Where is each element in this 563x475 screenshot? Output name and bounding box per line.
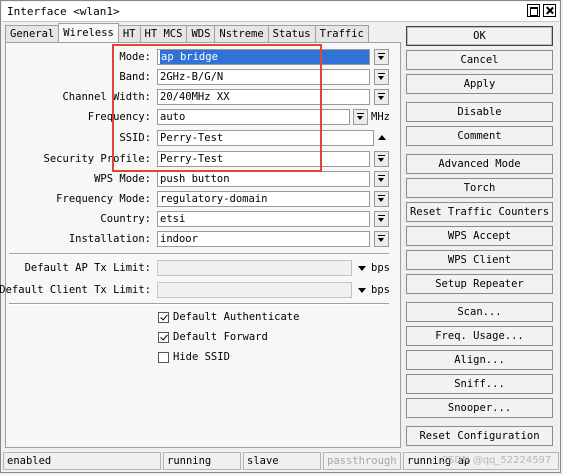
band-label: Band: xyxy=(119,71,151,83)
title-bar[interactable]: Interface <wlan1> xyxy=(2,2,559,22)
default-forward-checkbox[interactable] xyxy=(158,332,169,343)
country-label: Country: xyxy=(100,213,151,225)
ssid-label: SSID: xyxy=(119,132,151,144)
tab-ht[interactable]: HT xyxy=(117,25,141,42)
channel-width-select[interactable]: 20/40MHz XX xyxy=(157,89,370,105)
frequency-label: Frequency: xyxy=(87,111,151,123)
reset-configuration-button[interactable]: Reset Configuration xyxy=(406,426,553,446)
collapse-arrow-icon[interactable] xyxy=(378,135,386,140)
country-select[interactable]: etsi xyxy=(157,211,370,227)
wps-mode-select[interactable]: push button xyxy=(157,171,370,187)
frequency-unit: MHz xyxy=(371,111,390,123)
comment-button[interactable]: Comment xyxy=(406,126,553,146)
tab-traffic[interactable]: Traffic xyxy=(314,25,369,42)
security-profile-label: Security Profile: xyxy=(43,153,151,165)
ok-button[interactable]: OK xyxy=(406,26,553,46)
default-forward-label: Default Forward xyxy=(173,331,268,343)
tab-bar: General Wireless HT HT MCS WDS Nstreme S… xyxy=(5,23,369,43)
tab-status[interactable]: Status xyxy=(267,25,316,42)
frequency-select[interactable]: auto xyxy=(157,109,350,125)
snooper-button[interactable]: Snooper... xyxy=(406,398,553,418)
tab-nstreme[interactable]: Nstreme xyxy=(214,25,269,42)
frequency-mode-select[interactable]: regulatory-domain xyxy=(157,191,370,207)
country-dropdown-icon[interactable] xyxy=(374,211,389,227)
status-running: running xyxy=(163,452,241,470)
disable-button[interactable]: Disable xyxy=(406,102,553,122)
band-dropdown-icon[interactable] xyxy=(374,69,389,85)
cancel-button[interactable]: Cancel xyxy=(406,50,553,70)
frequency-mode-label: Frequency Mode: xyxy=(56,193,151,205)
torch-button[interactable]: Torch xyxy=(406,178,553,198)
frequency-dropdown-icon[interactable] xyxy=(353,109,368,125)
default-client-tx-limit-input[interactable] xyxy=(157,282,352,298)
sniff-button[interactable]: Sniff... xyxy=(406,374,553,394)
tab-ht-mcs[interactable]: HT MCS xyxy=(139,25,188,42)
hide-ssid-checkbox[interactable] xyxy=(158,352,169,363)
mode-dropdown-icon[interactable] xyxy=(374,49,389,65)
default-client-tx-limit-dropdown-icon[interactable] xyxy=(358,288,366,293)
frequency-mode-dropdown-icon[interactable] xyxy=(374,191,389,207)
default-ap-tx-limit-label: Default AP Tx Limit: xyxy=(24,262,151,274)
tab-wds[interactable]: WDS xyxy=(186,25,216,42)
security-profile-dropdown-icon[interactable] xyxy=(374,151,389,167)
hide-ssid-label: Hide SSID xyxy=(173,351,230,363)
setup-repeater-button[interactable]: Setup Repeater xyxy=(406,274,553,294)
freq-usage-button[interactable]: Freq. Usage... xyxy=(406,326,553,346)
wps-accept-button[interactable]: WPS Accept xyxy=(406,226,553,246)
default-ap-tx-limit-input[interactable] xyxy=(157,260,352,276)
mode-select[interactable]: ap bridge xyxy=(157,49,370,65)
reset-traffic-counters-button[interactable]: Reset Traffic Counters xyxy=(406,202,553,222)
default-client-tx-limit-unit: bps xyxy=(371,284,390,296)
apply-button[interactable]: Apply xyxy=(406,74,553,94)
watermark: CSDN @qq_52224597 xyxy=(441,455,552,466)
align-button[interactable]: Align... xyxy=(406,350,553,370)
mode-value: ap bridge xyxy=(160,50,369,64)
wps-mode-label: WPS Mode: xyxy=(94,173,151,185)
status-enabled: enabled xyxy=(3,452,161,470)
installation-select[interactable]: indoor xyxy=(157,231,370,247)
channel-width-dropdown-icon[interactable] xyxy=(374,89,389,105)
tab-wireless[interactable]: Wireless xyxy=(58,23,119,42)
ssid-input[interactable]: Perry-Test xyxy=(157,130,374,146)
default-authenticate-checkbox[interactable] xyxy=(158,312,169,323)
close-button[interactable] xyxy=(543,4,556,17)
status-slave: slave xyxy=(243,452,321,470)
installation-label: Installation: xyxy=(68,233,151,245)
separator xyxy=(9,303,389,305)
maximize-button[interactable] xyxy=(527,4,540,17)
window-title: Interface <wlan1> xyxy=(7,5,120,18)
security-profile-select[interactable]: Perry-Test xyxy=(157,151,370,167)
wps-mode-dropdown-icon[interactable] xyxy=(374,171,389,187)
default-client-tx-limit-label: Default Client Tx Limit: xyxy=(0,284,151,296)
default-ap-tx-limit-unit: bps xyxy=(371,262,390,274)
channel-width-label: Channel Width: xyxy=(62,91,151,103)
default-ap-tx-limit-dropdown-icon[interactable] xyxy=(358,266,366,271)
status-passthrough: passthrough xyxy=(323,452,401,470)
separator xyxy=(9,253,389,255)
advanced-mode-button[interactable]: Advanced Mode xyxy=(406,154,553,174)
wps-client-button[interactable]: WPS Client xyxy=(406,250,553,270)
installation-dropdown-icon[interactable] xyxy=(374,231,389,247)
tab-general[interactable]: General xyxy=(5,25,60,42)
band-select[interactable]: 2GHz-B/G/N xyxy=(157,69,370,85)
scan-button[interactable]: Scan... xyxy=(406,302,553,322)
default-authenticate-label: Default Authenticate xyxy=(173,311,300,323)
mode-label: Mode: xyxy=(119,51,151,63)
